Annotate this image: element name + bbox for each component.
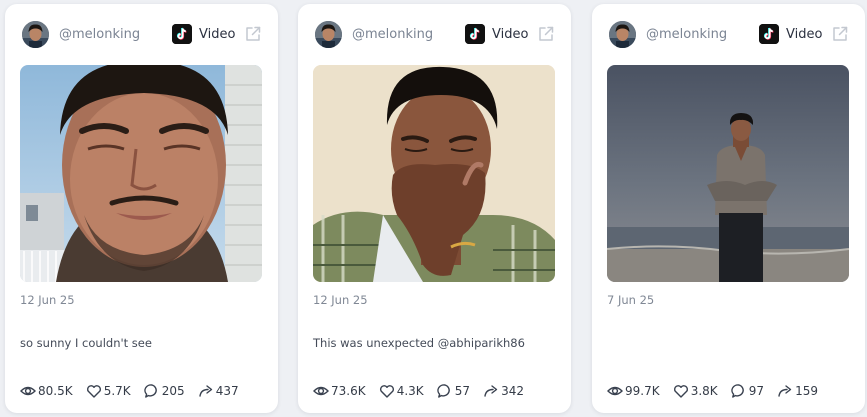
external-link-icon[interactable] [244,25,262,43]
engagement-stats: 80.5K 5.7K 205 437 [20,379,247,399]
shares-count: 342 [501,383,525,398]
comments-count: 57 [454,383,471,398]
eye-icon [313,386,329,395]
views-stat: 73.6K [313,380,366,399]
views-count: 73.6K [331,383,366,398]
comment-icon [731,383,744,398]
likes-count: 5.7K [103,383,131,398]
share-icon [484,384,498,397]
post-caption: This was unexpected @abhiparikh86 [313,336,525,350]
shares-count: 159 [795,383,819,398]
username[interactable]: @melonking [352,27,433,42]
card-header: @melonking Video [314,21,557,49]
post-card[interactable]: @melonking Video [5,4,278,413]
likes-stat: 3.8K [673,380,718,399]
shares-stat: 342 [483,380,524,399]
share-icon [199,384,212,397]
eye-icon [20,386,36,395]
external-link-icon[interactable] [831,25,849,43]
comments-count: 205 [161,383,185,398]
heart-icon [86,384,101,398]
post-caption: so sunny I couldn't see [20,336,152,350]
content-type-label: Video [786,27,823,42]
username[interactable]: @melonking [646,27,727,42]
video-thumbnail[interactable] [313,65,555,282]
tiktok-logo-icon [172,24,192,44]
likes-count: 4.3K [396,383,424,398]
post-date: 7 Jun 25 [607,293,655,307]
heart-icon [379,384,394,398]
post-card[interactable]: @melonking Video [298,4,571,413]
views-count: 80.5K [38,383,73,398]
username[interactable]: @melonking [59,27,140,42]
shares-stat: 437 [198,380,239,399]
comment-icon [144,383,157,398]
likes-stat: 5.7K [86,380,131,399]
card-header: @melonking Video [21,21,264,49]
avatar[interactable] [22,21,49,48]
video-thumbnail[interactable] [607,65,849,282]
heart-icon [673,384,688,398]
avatar[interactable] [609,21,636,48]
likes-count: 3.8K [690,383,718,398]
post-date: 12 Jun 25 [20,293,75,307]
tiktok-logo-icon [465,24,485,44]
post-card[interactable]: @melonking Video [592,4,865,413]
content-type-label: Video [199,27,236,42]
views-stat: 99.7K [607,380,660,399]
post-date: 12 Jun 25 [313,293,368,307]
tiktok-logo-icon [759,24,779,44]
engagement-stats: 73.6K 4.3K 57 342 [313,379,532,399]
content-type-label: Video [492,27,529,42]
shares-count: 437 [215,383,239,398]
comments-stat: 205 [144,380,185,399]
video-thumbnail[interactable] [20,65,262,282]
comment-icon [437,383,450,398]
external-link-icon[interactable] [537,25,555,43]
comments-stat: 57 [437,380,470,399]
eye-icon [607,386,623,395]
views-stat: 80.5K [20,380,73,399]
avatar[interactable] [315,21,342,48]
comments-count: 97 [748,383,765,398]
shares-stat: 159 [777,380,818,399]
likes-stat: 4.3K [379,380,424,399]
comments-stat: 97 [731,380,764,399]
engagement-stats: 99.7K 3.8K 97 159 [607,379,826,399]
card-header: @melonking Video [608,21,851,49]
share-icon [778,384,792,397]
views-count: 99.7K [625,383,660,398]
